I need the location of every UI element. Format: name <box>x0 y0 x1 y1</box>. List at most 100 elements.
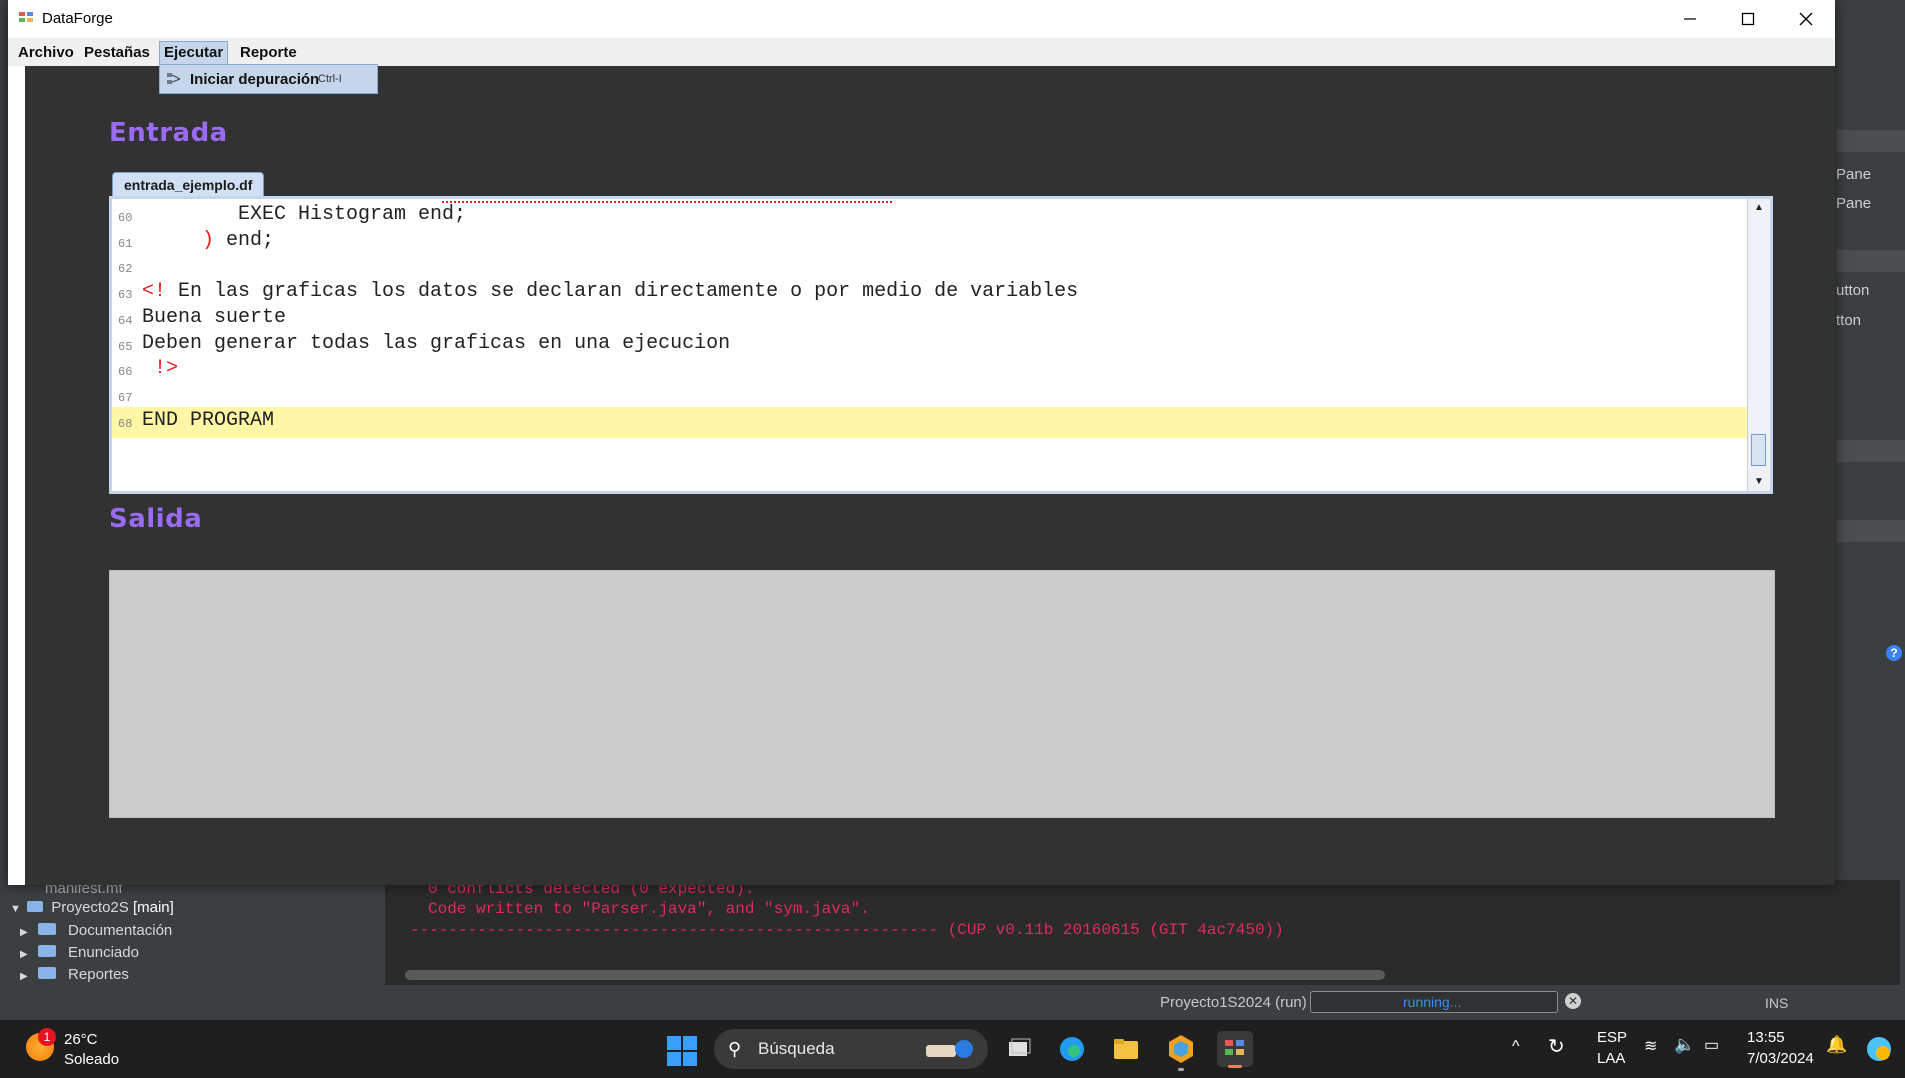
close-button[interactable] <box>1777 0 1835 38</box>
line-number: 66 <box>118 365 133 380</box>
code-content: Buena suerte <box>142 305 287 329</box>
language-top[interactable]: ESP <box>1597 1029 1627 1046</box>
collapse-icon: ▶ <box>20 927 28 938</box>
tree-item[interactable]: ▶ Reportes <box>20 964 129 986</box>
netbeans-button[interactable] <box>1163 1031 1199 1071</box>
insert-mode: INS <box>1765 995 1789 1011</box>
minimize-button[interactable] <box>1661 0 1719 38</box>
code-text: ) end; <box>142 229 274 252</box>
line-number: 68 <box>118 416 133 431</box>
maximize-icon <box>1741 12 1755 26</box>
close-icon <box>1799 12 1813 26</box>
notification-bell-icon[interactable]: 🔔 <box>1826 1035 1847 1055</box>
horizontal-scrollbar[interactable] <box>405 970 1385 980</box>
app-window: DataForge Archivo Pestañas Ejecutar Repo… <box>8 0 1835 885</box>
panel-header <box>1836 130 1905 152</box>
search-box[interactable]: ⚲ Búsqueda <box>714 1029 988 1069</box>
menu-item-iniciar-depuracion[interactable]: Iniciar depuración <box>190 71 319 88</box>
scrollbar-thumb[interactable] <box>1751 434 1766 466</box>
ide-status-bar: Proyecto1S2024 (run) running... ✕ INS <box>0 985 1905 1020</box>
panel-header <box>1836 250 1905 272</box>
menu-reporte[interactable]: Reporte <box>236 42 301 64</box>
file-explorer-button[interactable] <box>1108 1031 1144 1067</box>
panel-label: Pane <box>1836 166 1872 183</box>
panel-header <box>1836 440 1905 462</box>
weather-temp[interactable]: 26°C <box>64 1031 98 1048</box>
copilot-icon[interactable] <box>1864 1034 1894 1064</box>
code-text: Deben generar todas las graficas en una … <box>142 332 730 355</box>
edge-button[interactable] <box>1054 1031 1090 1067</box>
output-panel <box>109 570 1775 818</box>
minimize-icon <box>1684 18 1696 20</box>
cancel-task-icon[interactable]: ✕ <box>1565 993 1581 1009</box>
task-view-button[interactable] <box>1000 1031 1036 1067</box>
notification-badge: 1 <box>38 1028 56 1046</box>
search-icon: ⚲ <box>728 1039 742 1059</box>
code-text: END PROGRAM <box>142 409 274 432</box>
syntax-delimiter: ) <box>202 228 215 252</box>
menu-ejecutar[interactable]: Ejecutar <box>159 41 229 65</box>
code-text: EXEC Histogram end; <box>142 203 466 226</box>
folder-icon <box>1114 1039 1138 1059</box>
project-tree: manifest.mf ▼ Proyecto2S [main] ▶ Docume… <box>0 880 345 985</box>
menu-bar: Archivo Pestañas Ejecutar Reporte <box>8 38 1835 66</box>
code-text: <! En las graficas los datos se declaran… <box>142 280 1078 303</box>
project-icon <box>27 901 44 912</box>
help-icon[interactable]: ? <box>1886 645 1902 661</box>
tree-item[interactable]: ▶ Documentación <box>20 920 172 942</box>
chevron-up-icon[interactable]: ^ <box>1512 1038 1520 1056</box>
code-line[interactable]: 68 END PROGRAM <box>112 406 1747 438</box>
collapse-icon: ▶ <box>20 971 28 982</box>
scroll-up-arrow-icon[interactable]: ▲ <box>1752 201 1766 215</box>
taskbar: 1 26°C Soleado ⚲ Búsqueda ^ ↻ ESP LAA ≋ … <box>0 1020 1905 1078</box>
code-content: Deben generar todas las graficas en una … <box>142 331 731 355</box>
wifi-icon[interactable]: ≋ <box>1644 1036 1657 1056</box>
battery-icon[interactable]: ▭ <box>1704 1035 1719 1055</box>
panel-header <box>1836 520 1905 542</box>
vertical-scrollbar[interactable]: ▲ ▼ <box>1747 199 1770 491</box>
run-label: Proyecto1S2024 (run) <box>1160 994 1307 1011</box>
start-button[interactable] <box>667 1036 697 1066</box>
scroll-down-arrow-icon[interactable]: ▼ <box>1752 475 1766 489</box>
maximize-button[interactable] <box>1719 0 1777 38</box>
clock-date[interactable]: 7/03/2024 <box>1747 1050 1814 1067</box>
collapse-icon: ▶ <box>20 949 28 960</box>
window-title: DataForge <box>42 10 113 27</box>
tree-item-project[interactable]: ▼ Proyecto2S [main] <box>10 897 174 919</box>
output-title: Salida <box>109 504 203 534</box>
menu-pestanas[interactable]: Pestañas <box>80 42 154 64</box>
code-content: end; <box>214 228 275 252</box>
input-title: Entrada <box>109 118 228 148</box>
code-editor[interactable]: 60 EXEC Histogram end; 61 ) end; 62 63 <! En… <box>109 196 1773 494</box>
panel-label: tton <box>1836 312 1862 329</box>
clock-time[interactable]: 13:55 <box>1747 1029 1785 1046</box>
weather-condition[interactable]: Soleado <box>64 1051 119 1068</box>
netbeans-icon <box>1169 1035 1193 1063</box>
syntax-delimiter: <! <box>142 280 167 304</box>
syntax-delimiter: !> <box>142 357 179 381</box>
console-line: ----------------------------------------… <box>410 921 1284 939</box>
console-output: 0 conflicts detected (0 expected). Code … <box>385 880 1900 985</box>
code-content: END PROGRAM <box>142 408 275 432</box>
search-placeholder: Búsqueda <box>758 1039 835 1058</box>
console-line: Code written to "Parser.java", and "sym.… <box>428 900 870 918</box>
tab-entrada-ejemplo[interactable]: entrada_ejemplo.df <box>112 172 265 197</box>
task-view-icon <box>1009 1038 1031 1056</box>
volume-icon[interactable]: 🔈 <box>1674 1035 1695 1055</box>
window-left-border <box>8 66 25 885</box>
menu-archivo[interactable]: Archivo <box>14 42 78 64</box>
code-content: EXEC Histogram end; <box>142 203 467 226</box>
expand-icon: ▼ <box>10 903 21 915</box>
language-bottom[interactable]: LAA <box>1597 1050 1625 1067</box>
line-number: 61 <box>118 236 133 251</box>
dataforge-icon <box>1225 1040 1244 1055</box>
dataforge-button[interactable] <box>1217 1031 1253 1068</box>
menu-dropdown-ejecutar: Iniciar depuración Ctrl-I <box>159 64 378 94</box>
line-number: 65 <box>118 339 133 354</box>
progress-bar: running... <box>1310 991 1558 1013</box>
code-text: Buena suerte <box>142 306 286 329</box>
sync-icon[interactable]: ↻ <box>1548 1034 1565 1059</box>
folder-icon <box>37 945 56 957</box>
folder-icon <box>37 923 56 935</box>
tree-item[interactable]: ▶ Enunciado <box>20 942 139 964</box>
